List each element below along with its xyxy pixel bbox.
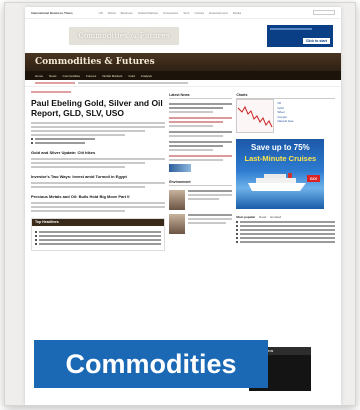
ad-button[interactable]: Click to start [302, 38, 330, 44]
top-link[interactable]: US [99, 11, 103, 15]
article-summary [31, 121, 166, 136]
article-bullet[interactable] [31, 137, 165, 140]
content-columns: Paul Ebeling Gold, Silver and Oil Report… [25, 87, 341, 251]
cruise-ad[interactable]: Save up to 75% Last-Minute Cruises GO! [236, 139, 325, 209]
list-item[interactable] [236, 229, 335, 231]
top-headlines-box: Top Headlines [31, 217, 166, 251]
section-header: Commodities & Futures [25, 53, 341, 71]
charts-widget: Oil Gold Silver Copper Natural Gas [236, 99, 335, 133]
top-link[interactable]: World [108, 11, 116, 15]
most-popular-tabs: Most popular Read Emailed [236, 215, 335, 219]
story-headline[interactable]: Investor's Two Ways: Invest amid Turmoil… [31, 174, 165, 179]
top-utility-bar: International Business Times US World Bu… [25, 7, 341, 19]
list-item[interactable] [236, 221, 335, 223]
environment-title: Environment [169, 180, 233, 186]
breadcrumb-text [78, 82, 188, 84]
article-date [31, 91, 72, 93]
price-chart-graphic [237, 100, 274, 132]
news-item[interactable] [169, 155, 233, 161]
person-photo [169, 190, 186, 210]
top-link[interactable]: Culture [194, 11, 204, 15]
site-logo[interactable]: Commodities & Futures [69, 27, 179, 45]
news-thumbnail[interactable] [169, 164, 192, 172]
latest-news-title: Latest News [169, 93, 233, 99]
top-links: US World Business Global Markets Compani… [99, 11, 241, 15]
top-link[interactable]: Entertainment [209, 11, 228, 15]
feature-text [188, 190, 233, 210]
section-title: Commodities & Futures [35, 57, 155, 67]
ad-text-line [270, 28, 312, 30]
top-link[interactable]: Media [233, 11, 241, 15]
story-headline[interactable]: Precious Metals and Oil: Bulls Hold Big … [31, 194, 165, 199]
tab-emailed[interactable]: Emailed [270, 215, 281, 219]
right-column: Charts Oil Gold Silver Copper Natural Ga… [236, 91, 335, 251]
middle-column: Latest News Environment [169, 91, 233, 251]
top-headlines-title: Top Headlines [32, 218, 165, 226]
list-item[interactable] [236, 241, 335, 243]
story-headline[interactable]: Gold and Silver Update: Citi hikes [31, 150, 165, 155]
list-item[interactable] [236, 225, 335, 227]
price-chart[interactable] [236, 99, 275, 133]
cruise-ad-subhead: Last-Minute Cruises [244, 154, 317, 163]
list-item[interactable] [35, 238, 162, 241]
search-input[interactable] [313, 10, 335, 15]
cruise-ship-icon [248, 173, 307, 191]
category-label: Commodities [34, 340, 268, 388]
feature-item[interactable] [169, 190, 233, 210]
story-summary [31, 157, 166, 168]
list-item[interactable] [236, 237, 335, 239]
top-link[interactable]: Global Markets [138, 11, 158, 15]
story-summary [31, 201, 166, 212]
main-column: Paul Ebeling Gold, Silver and Oil Report… [31, 91, 166, 251]
nav-item[interactable]: Futures [86, 74, 96, 78]
top-link[interactable]: Tech [183, 11, 189, 15]
top-search [313, 10, 335, 15]
list-item[interactable] [35, 234, 162, 237]
nav-item[interactable]: Analysis [141, 74, 152, 78]
top-link[interactable]: Companies [163, 11, 178, 15]
nav-item[interactable]: Gold [128, 74, 134, 78]
brand-banner: Commodities & Futures Click to start [25, 19, 341, 53]
cruise-ad-headline: Save up to 75% [250, 143, 310, 152]
most-popular-title: Most popular [236, 215, 256, 219]
news-item[interactable] [169, 103, 233, 113]
article-headline[interactable]: Paul Ebeling Gold, Silver and Oil Report… [31, 98, 165, 119]
list-item[interactable] [236, 233, 335, 235]
breadcrumb [25, 80, 341, 87]
list-item[interactable] [35, 230, 162, 233]
breadcrumb-link[interactable] [35, 82, 75, 84]
site-brand[interactable]: International Business Times [31, 11, 73, 15]
cruise-go-button[interactable]: GO! [306, 175, 321, 182]
feature-item[interactable] [169, 214, 233, 234]
chart-link[interactable]: Natural Gas [277, 119, 335, 124]
news-item[interactable] [169, 141, 233, 151]
news-item[interactable] [169, 131, 233, 137]
banner-ad[interactable]: Click to start [267, 25, 333, 47]
top-link[interactable]: Business [121, 11, 133, 15]
section-nav: Home News Commodities Futures Global Mar… [25, 71, 341, 80]
nav-item[interactable]: Home [35, 74, 43, 78]
most-popular-widget: Most popular Read Emailed [236, 215, 335, 243]
article-bullet[interactable] [31, 141, 165, 144]
tab-read[interactable]: Read [259, 215, 266, 219]
person-photo [169, 214, 186, 234]
top-headlines-list [32, 226, 164, 250]
nav-item[interactable]: Commodities [63, 74, 81, 78]
news-item[interactable] [169, 117, 233, 127]
chart-links: Oil Gold Silver Copper Natural Gas [277, 99, 335, 133]
story-summary [31, 181, 166, 188]
feature-text [188, 214, 233, 234]
nav-item[interactable]: Global Markets [102, 74, 122, 78]
list-item[interactable] [35, 242, 162, 245]
nav-item[interactable]: News [49, 74, 57, 78]
